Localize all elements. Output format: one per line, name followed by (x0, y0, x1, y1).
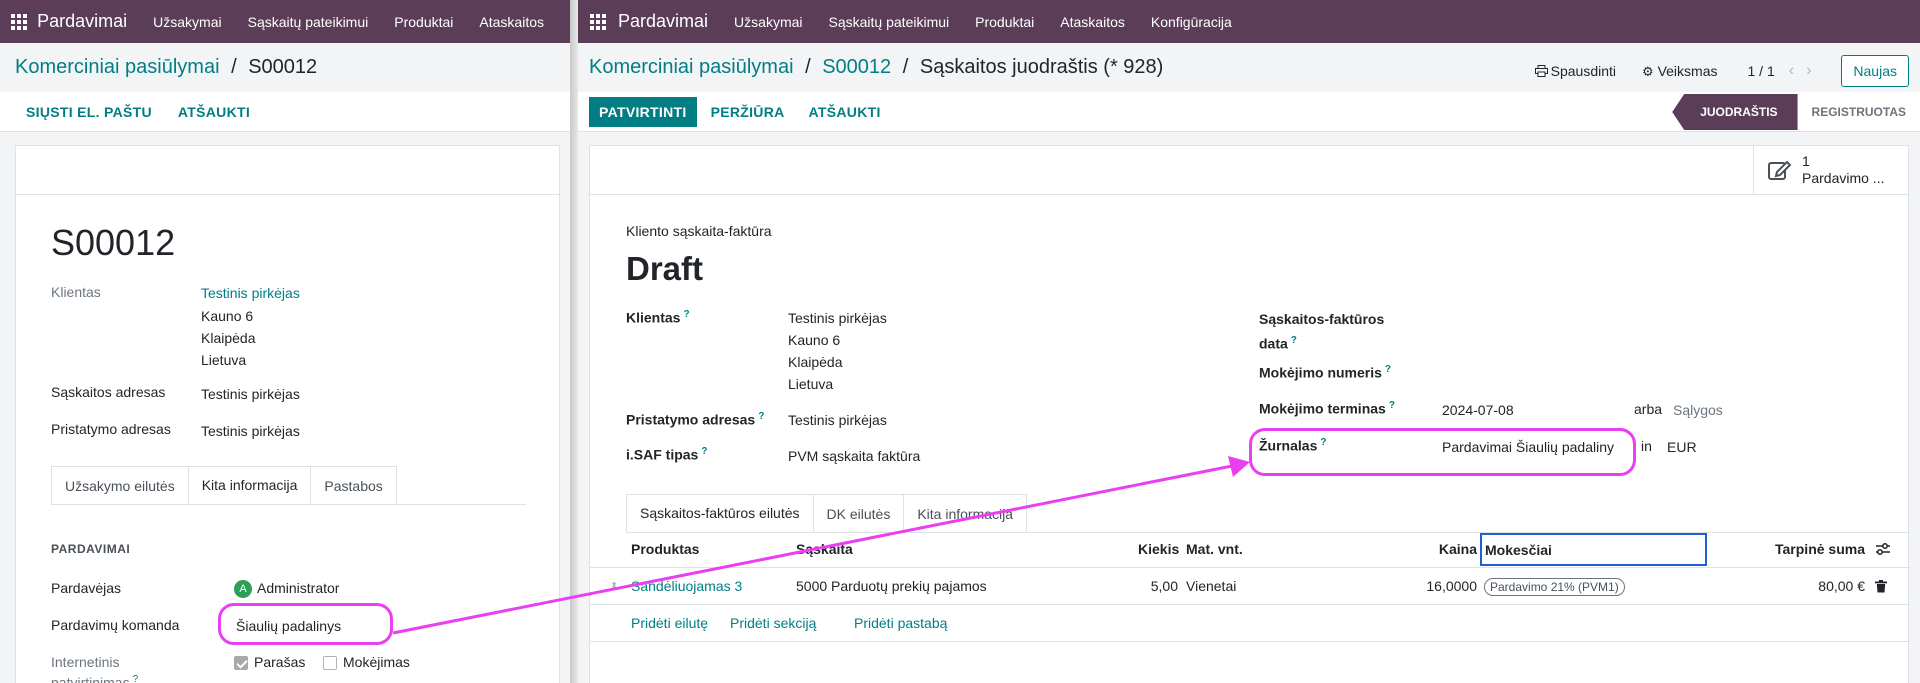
annotation-arrow (392, 456, 1250, 635)
